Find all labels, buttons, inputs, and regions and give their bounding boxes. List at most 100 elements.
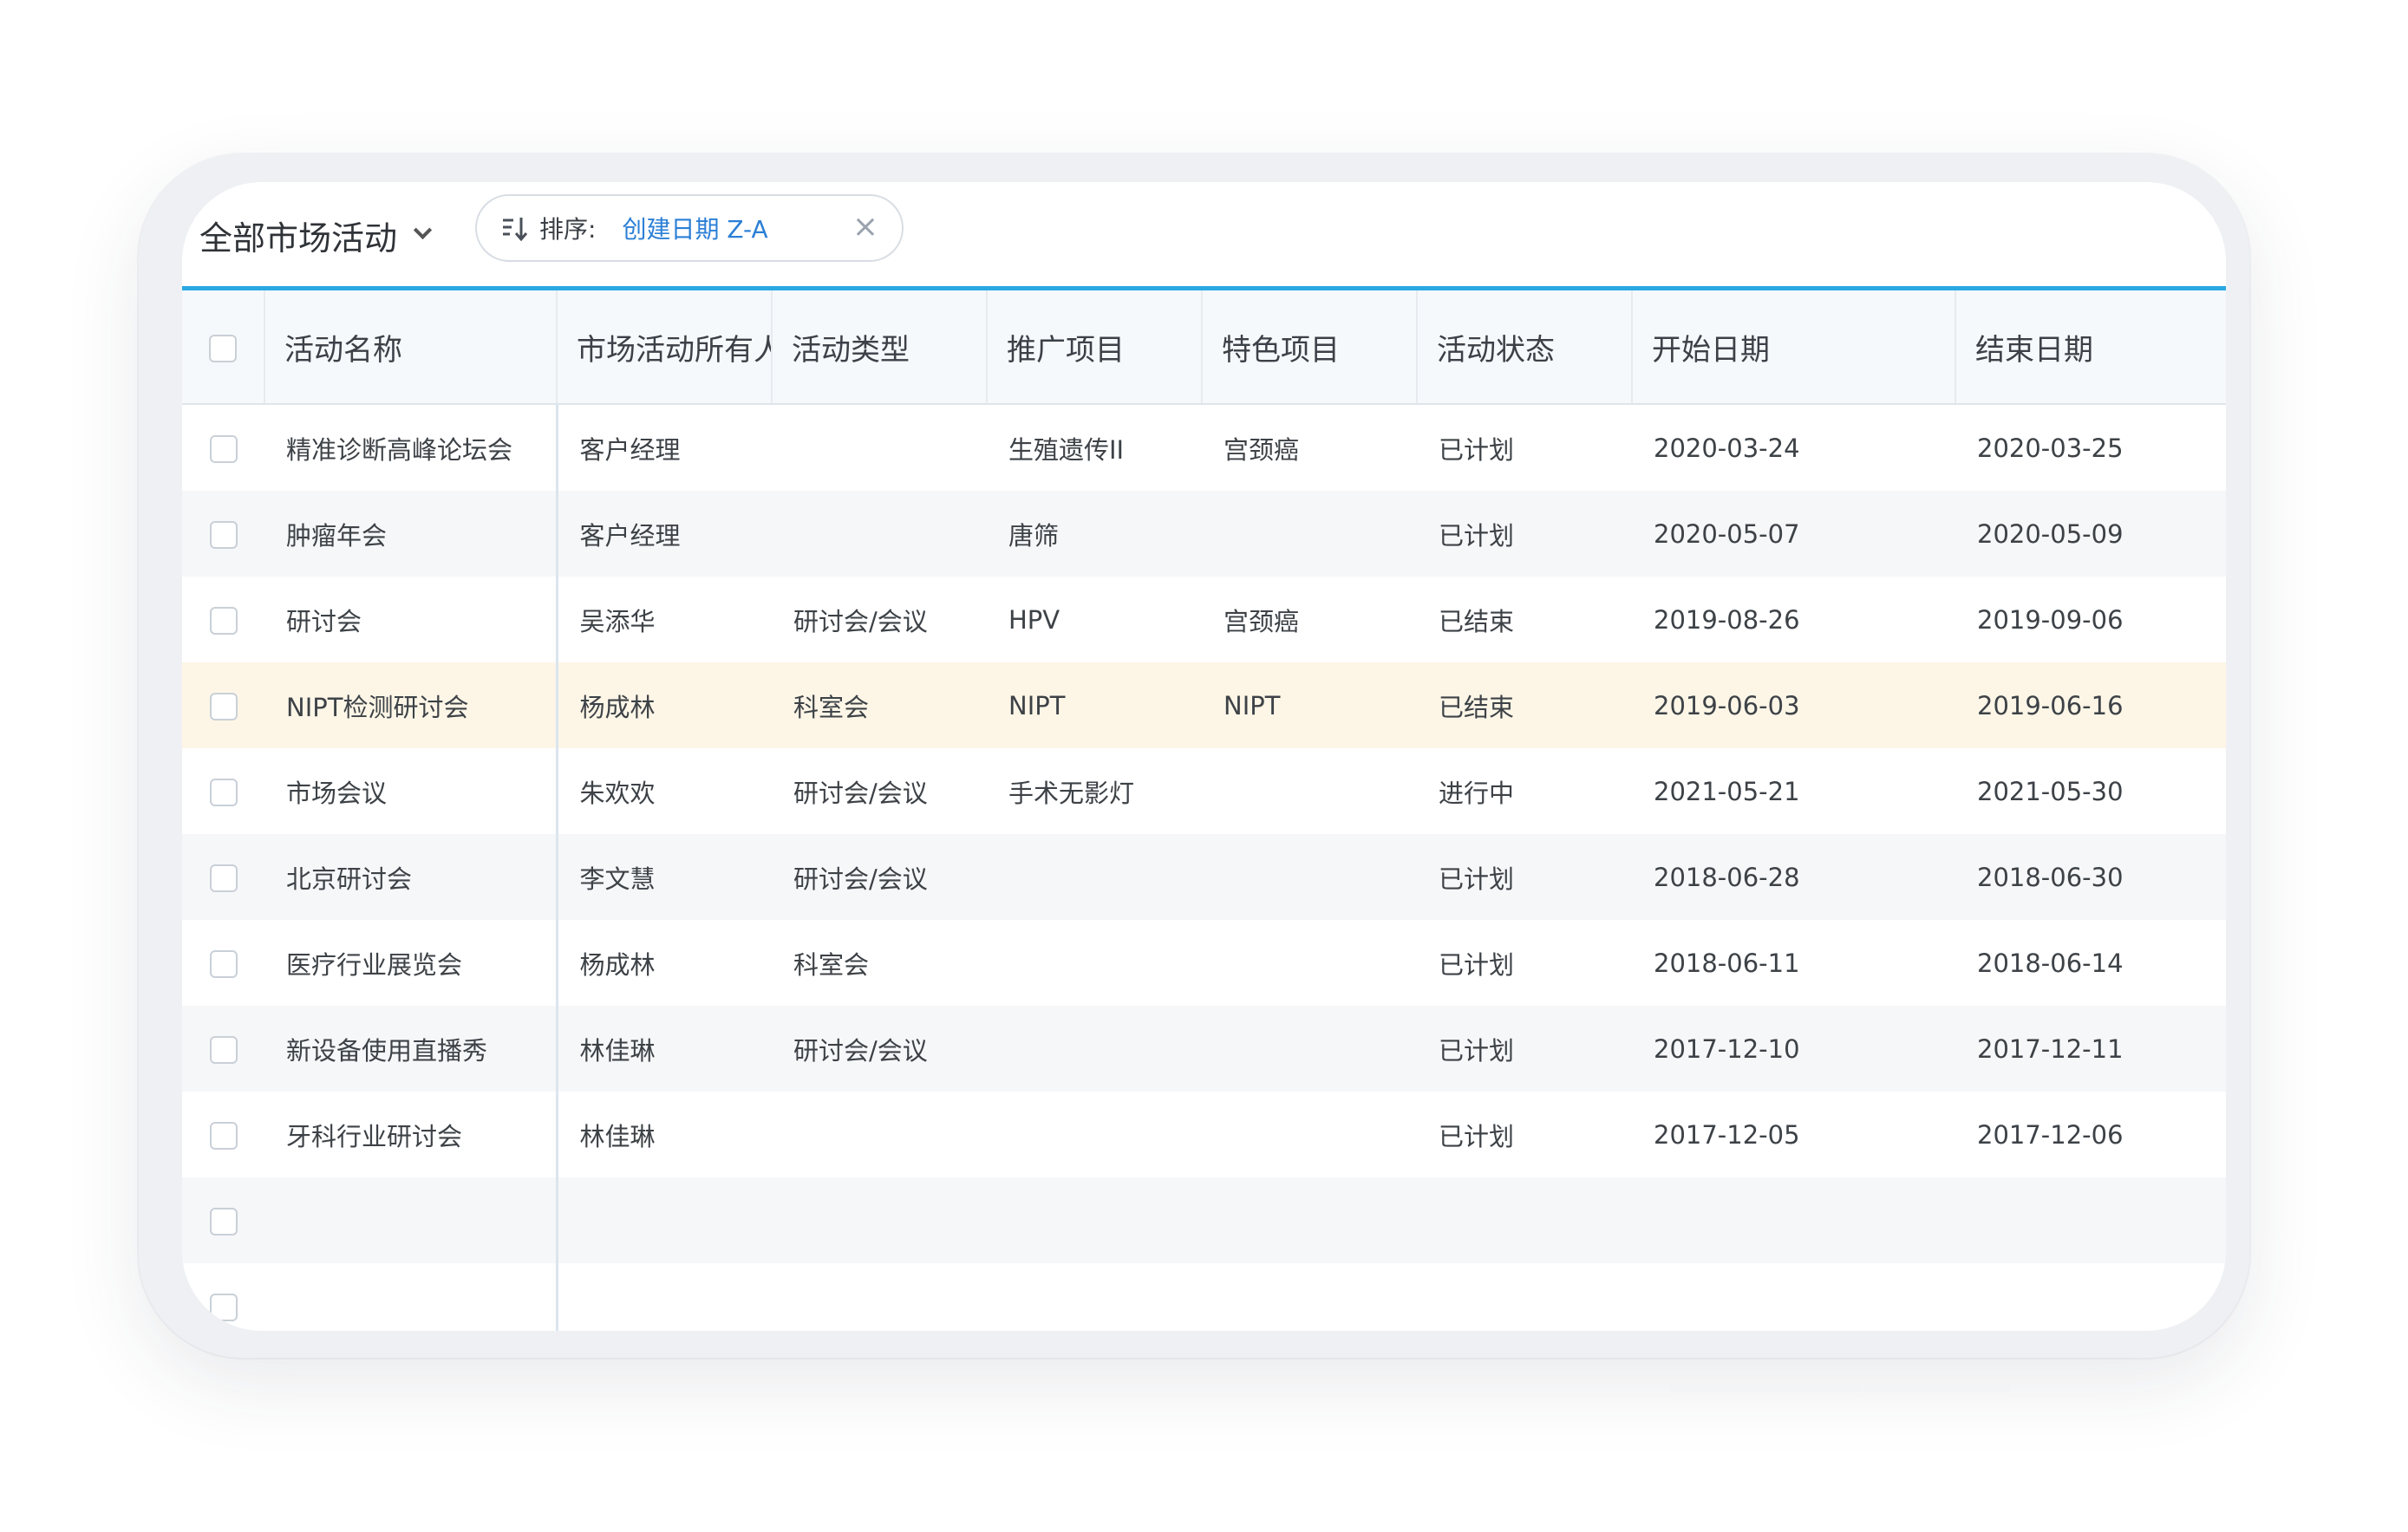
table-row[interactable]: 新设备使用直播秀 林佳琳 研讨会/会议 已计划 2017-12-10 2017-… xyxy=(182,1006,2226,1092)
feature-link[interactable] xyxy=(1202,491,1417,577)
sort-chip[interactable]: 排序: 创建日期 Z-A × xyxy=(475,194,904,262)
row-checkbox[interactable] xyxy=(209,950,238,978)
table-row[interactable]: NIPT检测研讨会 杨成林 科室会 NIPT NIPT 已结束 2019-06-… xyxy=(182,662,2226,748)
table-row[interactable]: 肿瘤年会 客户经理 唐筛 已计划 2020-05-07 2020-05-09 xyxy=(182,491,2226,577)
row-select-cell xyxy=(182,1177,264,1263)
status-cell: 已计划 xyxy=(1439,434,1515,465)
activity-name-link[interactable]: 市场会议 xyxy=(264,748,557,834)
row-checkbox[interactable] xyxy=(209,693,238,720)
column-header-owner[interactable]: 市场活动所有人 xyxy=(556,290,772,405)
owner-cell: 林佳琳 xyxy=(555,1092,772,1177)
column-header-type[interactable]: 活动类型 xyxy=(771,290,987,405)
start-date-cell: 2019-08-26 xyxy=(1654,604,1800,635)
row-checkbox[interactable] xyxy=(209,521,238,549)
feature-link[interactable] xyxy=(1202,1006,1417,1092)
promo-link[interactable]: 唐筛 xyxy=(987,491,1202,577)
table-row[interactable]: 精准诊断高峰论坛会 客户经理 生殖遗传II 宫颈癌 已计划 2020-03-24… xyxy=(182,404,2226,491)
table-row[interactable]: 牙科行业研讨会 林佳琳 已计划 2017-12-05 2017-12-06 xyxy=(182,1092,2226,1177)
activity-name-link[interactable]: NIPT检测研讨会 xyxy=(264,662,557,748)
owner-cell: 客户经理 xyxy=(555,491,772,577)
row-checkbox[interactable] xyxy=(209,1122,238,1150)
column-header-start[interactable]: 开始日期 xyxy=(1631,290,1955,405)
empty-cell xyxy=(264,1177,557,1263)
table-row[interactable]: 北京研讨会 李文慧 研讨会/会议 已计划 2018-06-28 2018-06-… xyxy=(182,834,2226,920)
feature-link[interactable]: 宫颈癌 xyxy=(1202,404,1417,491)
table-row[interactable]: 研讨会 吴添华 研讨会/会议 HPV 宫颈癌 已结束 2019-08-26 20… xyxy=(182,577,2226,662)
feature-link[interactable] xyxy=(1202,920,1417,1006)
close-icon[interactable]: × xyxy=(848,210,883,244)
status-cell: 已计划 xyxy=(1439,949,1515,980)
table-row[interactable]: 市场会议 朱欢欢 研讨会/会议 手术无影灯 进行中 2021-05-21 202… xyxy=(182,748,2226,834)
owner-cell: 杨成林 xyxy=(555,662,772,748)
row-select-cell xyxy=(182,834,264,920)
row-checkbox[interactable] xyxy=(209,435,238,463)
start-date-cell: 2020-05-07 xyxy=(1632,491,1955,577)
row-checkbox[interactable] xyxy=(209,1036,238,1064)
feature-link[interactable] xyxy=(1202,748,1417,834)
status-cell: 已结束 xyxy=(1439,606,1515,636)
column-header-promo[interactable]: 推广项目 xyxy=(986,290,1202,405)
row-checkbox[interactable] xyxy=(209,1294,238,1321)
feature-link[interactable] xyxy=(1202,1092,1417,1177)
promo-link[interactable]: HPV xyxy=(987,577,1202,662)
table-row-empty xyxy=(182,1177,2226,1263)
bottom-bar-right xyxy=(1863,1384,2010,1392)
promo-link[interactable] xyxy=(987,834,1202,920)
start-date-cell: 2017-12-05 xyxy=(1654,1119,1800,1150)
feature-link[interactable]: 宫颈癌 xyxy=(1202,577,1417,662)
promo-link[interactable]: NIPT xyxy=(987,662,1202,748)
row-checkbox[interactable] xyxy=(209,864,238,892)
status-cell: 已结束 xyxy=(1417,662,1632,748)
activity-name-link[interactable]: 肿瘤年会 xyxy=(264,491,557,577)
select-all-checkbox[interactable] xyxy=(209,334,237,362)
type-cell: 研讨会/会议 xyxy=(793,778,928,808)
row-checkbox[interactable] xyxy=(209,779,238,806)
owner-cell: 李文慧 xyxy=(555,834,772,920)
feature-link[interactable]: NIPT xyxy=(1202,662,1417,748)
promo-link[interactable] xyxy=(987,920,1202,1006)
start-date-cell: 2018-06-28 xyxy=(1632,834,1955,920)
owner-cell: 朱欢欢 xyxy=(555,748,772,834)
bottom-bar-left xyxy=(1669,1384,1862,1392)
column-header-name[interactable]: 活动名称 xyxy=(264,290,557,405)
activity-name-link[interactable]: 牙科行业研讨会 xyxy=(264,1092,557,1177)
activity-name-link[interactable]: 研讨会 xyxy=(264,577,557,662)
owner-cell: 客户经理 xyxy=(555,404,772,491)
empty-cell xyxy=(987,1263,1202,1331)
row-select-cell xyxy=(182,920,264,1006)
owner-cell: 吴添华 xyxy=(555,577,772,662)
empty-cell xyxy=(772,1177,987,1263)
promo-link[interactable] xyxy=(987,1006,1202,1092)
column-header-end[interactable]: 结束日期 xyxy=(1954,290,2226,405)
activity-name-link[interactable]: 北京研讨会 xyxy=(264,834,557,920)
start-date-cell: 2019-06-03 xyxy=(1632,662,1955,748)
status-cell: 已计划 xyxy=(1439,1121,1515,1151)
feature-link[interactable] xyxy=(1202,834,1417,920)
list-view-selector[interactable]: 全部市场活动 xyxy=(199,205,433,265)
activity-name-link[interactable]: 精准诊断高峰论坛会 xyxy=(264,404,557,491)
row-select-cell xyxy=(182,577,264,662)
column-header-feature[interactable]: 特色项目 xyxy=(1201,290,1417,405)
activity-name-link[interactable]: 新设备使用直播秀 xyxy=(264,1006,557,1092)
sort-label: 排序: xyxy=(539,215,597,244)
activity-name-link[interactable]: 医疗行业展览会 xyxy=(264,920,557,1006)
chevron-down-icon xyxy=(413,220,433,239)
promo-link[interactable]: 生殖遗传II xyxy=(987,404,1202,491)
row-checkbox[interactable] xyxy=(209,607,238,635)
row-checkbox[interactable] xyxy=(209,1208,238,1235)
end-date-cell: 2017-12-11 xyxy=(1955,1006,2226,1092)
start-date-cell: 2017-12-10 xyxy=(1632,1006,1955,1092)
row-select-cell xyxy=(182,491,264,577)
promo-link[interactable]: 手术无影灯 xyxy=(987,748,1202,834)
type-cell: 科室会 xyxy=(772,662,987,748)
start-date-cell: 2020-03-24 xyxy=(1654,433,1800,463)
promo-link[interactable] xyxy=(987,1092,1202,1177)
sort-value: 创建日期 Z-A xyxy=(622,215,768,244)
table-row[interactable]: 医疗行业展览会 杨成林 科室会 已计划 2018-06-11 2018-06-1… xyxy=(182,920,2226,1006)
type-cell: 研讨会/会议 xyxy=(793,606,928,636)
empty-cell xyxy=(1955,1177,2226,1263)
column-header-status[interactable]: 活动状态 xyxy=(1416,290,1632,405)
end-date-cell: 2018-06-30 xyxy=(1955,834,2226,920)
status-cell: 已计划 xyxy=(1417,491,1632,577)
start-date-cell: 2018-06-11 xyxy=(1654,948,1800,978)
